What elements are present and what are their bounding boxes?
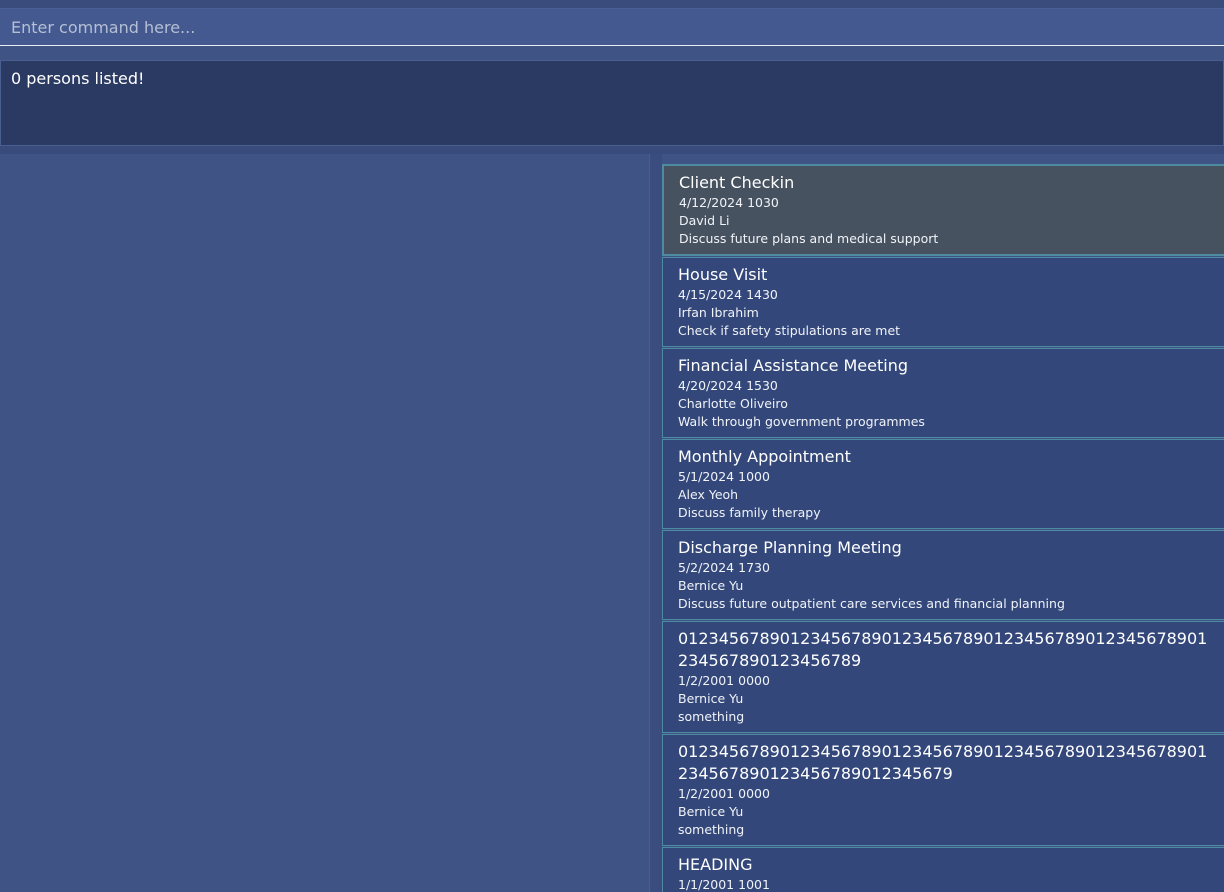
appointment-datetime: 1/2/2001 0000: [678, 786, 770, 801]
appointment-title: Client Checkin: [679, 173, 795, 192]
appointment-person: Alex Yeoh: [678, 487, 739, 502]
appointment-person: Bernice Yu: [678, 691, 744, 706]
appointment-card[interactable]: HEADING 1/1/2001 1001: [662, 847, 1224, 892]
appointment-person: Charlotte Oliveiro: [678, 396, 788, 411]
appointment-title: House Visit: [678, 265, 768, 284]
appointment-note: Discuss future outpatient care services …: [678, 596, 1065, 611]
appointment-card[interactable]: House Visit 4/15/2024 1430 Irfan Ibrahim Ch…: [662, 257, 1224, 347]
appointment-card[interactable]: Client Checkin 4/12/2024 1030 David Li Disc…: [662, 164, 1224, 256]
appointment-datetime: 4/12/2024 1030: [679, 195, 779, 210]
section-divider: [0, 146, 1224, 154]
appointment-person: Bernice Yu: [678, 578, 744, 593]
appointment-note: Discuss future plans and medical support: [679, 231, 939, 246]
app-window: 0 persons listed! Client Checkin 4/12/202…: [0, 0, 1224, 892]
appointment-title: Financial Assistance Meeting: [678, 356, 908, 375]
command-box[interactable]: [0, 9, 1224, 46]
split-pane-divider[interactable]: [650, 154, 662, 892]
appointment-person: Irfan Ibrahim: [678, 305, 759, 320]
appointment-title: 0123456789012345678901234567890123456789…: [678, 629, 1208, 670]
appointment-note: Discuss family therapy: [678, 505, 821, 520]
appointment-datetime: 4/20/2024 1530: [678, 378, 778, 393]
appointment-note: something: [678, 709, 745, 724]
appointment-datetime: 5/2/2024 1730: [678, 560, 770, 575]
appointment-note: Walk through government programmes: [678, 414, 925, 429]
appointment-card[interactable]: 0123456789012345678901234567890123456789…: [662, 621, 1224, 733]
appointment-datetime: 4/15/2024 1430: [678, 287, 778, 302]
appointment-title: Monthly Appointment: [678, 447, 851, 466]
result-display: 0 persons listed!: [0, 60, 1224, 146]
appointment-list-panel[interactable]: Client Checkin 4/12/2024 1030 David Li Disc…: [662, 154, 1224, 892]
person-list-panel[interactable]: [0, 154, 650, 892]
appointment-card[interactable]: Discharge Planning Meeting 5/2/2024 1730 B…: [662, 530, 1224, 620]
appointment-card[interactable]: Financial Assistance Meeting 4/20/2024 15…: [662, 348, 1224, 438]
appointment-note: Check if safety stipulations are met: [678, 323, 901, 338]
appointment-title: HEADING: [678, 855, 753, 874]
appointment-title: Discharge Planning Meeting: [678, 538, 902, 557]
appointment-title: 0123456789012345678901234567890123456789…: [678, 742, 1208, 783]
result-message: 0 persons listed!: [11, 69, 145, 88]
menu-bar-strip: [0, 0, 1224, 9]
appointment-datetime: 1/2/2001 0000: [678, 673, 770, 688]
command-input[interactable]: [0, 9, 1224, 45]
spacer: [0, 47, 1224, 59]
appointment-card[interactable]: 0123456789012345678901234567890123456789…: [662, 734, 1224, 846]
appointment-person: Bernice Yu: [678, 804, 744, 819]
appointment-datetime: 1/1/2001 1001: [678, 877, 770, 892]
appointment-list: Client Checkin 4/12/2024 1030 David Li Disc…: [662, 164, 1224, 892]
appointment-datetime: 5/1/2024 1000: [678, 469, 770, 484]
appointment-card[interactable]: Monthly Appointment 5/1/2024 1000 Alex Yeo…: [662, 439, 1224, 529]
appointment-person: David Li: [679, 213, 730, 228]
appointment-note: something: [678, 822, 745, 837]
